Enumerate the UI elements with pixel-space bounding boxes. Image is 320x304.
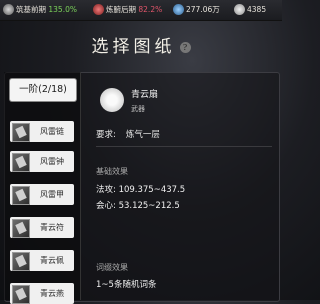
affix-effect-label: 词缀效果 bbox=[96, 263, 128, 272]
item-type: 武器 bbox=[131, 105, 145, 113]
blueprint-thumb-icon bbox=[12, 153, 30, 172]
help-icon[interactable]: ? bbox=[179, 42, 191, 53]
blueprint-item-fenglei-zhong[interactable]: 风雷钟 bbox=[10, 151, 74, 172]
alchemy-percent: 82.2% bbox=[138, 5, 163, 14]
blueprint-item-label: 青云燕 bbox=[40, 289, 64, 298]
stat-critical: 会心: 53.125~212.5 bbox=[96, 201, 180, 211]
blueprint-item-label: 青云佩 bbox=[40, 256, 64, 265]
alchemy-label: 炼腑后期 bbox=[106, 5, 136, 14]
realm-status: 筑基前期 135.0% bbox=[3, 0, 77, 20]
blueprint-thumb-icon bbox=[12, 285, 30, 304]
page-title-text: 选择图纸 bbox=[91, 37, 176, 57]
realm-label: 筑基前期 bbox=[16, 5, 46, 14]
fan-icon bbox=[100, 88, 124, 112]
alchemy-status: 炼腑后期 82.2% bbox=[93, 0, 162, 20]
blueprint-item-fenglei-jia[interactable]: 风雷甲 bbox=[10, 184, 74, 205]
stat-magic-attack: 法攻: 109.375~437.5 bbox=[96, 185, 186, 195]
realm-icon bbox=[3, 3, 14, 15]
base-effect-label: 基础效果 bbox=[96, 167, 128, 176]
top-status-bar: 筑基前期 135.0% 炼腑后期 82.2% 277.06万 4385 bbox=[0, 0, 282, 21]
divider bbox=[96, 146, 272, 147]
spirit-stone-icon bbox=[173, 3, 184, 15]
blueprint-thumb-icon bbox=[12, 186, 30, 205]
blueprint-item-label: 风雷链 bbox=[40, 127, 64, 136]
affix-effect-value: 1~5条随机词条 bbox=[96, 280, 157, 290]
blueprint-item-label: 青云符 bbox=[40, 223, 64, 232]
blueprint-thumb-icon bbox=[12, 219, 30, 238]
realm-percent: 135.0% bbox=[48, 5, 77, 14]
requirement-row: 要求: 炼气一层 bbox=[96, 128, 160, 140]
blueprint-item-qingyun-pei[interactable]: 青云佩 bbox=[10, 250, 74, 271]
blueprint-thumb-icon bbox=[12, 252, 30, 271]
blueprint-item-qingyun-yan[interactable]: 青云燕 bbox=[10, 283, 74, 304]
tab-tier-one[interactable]: 一阶(2/18) bbox=[10, 79, 76, 101]
blueprint-item-qingyun-fu[interactable]: 青云符 bbox=[10, 217, 74, 238]
blueprint-thumb-icon bbox=[12, 123, 30, 142]
spirit-stone-status: 277.06万 bbox=[173, 0, 220, 20]
blueprint-item-fenglei-lian[interactable]: 风雷链 bbox=[10, 121, 74, 142]
requirement-value: 炼气一层 bbox=[125, 130, 160, 140]
currency-value: 4385 bbox=[247, 5, 267, 14]
coin-icon bbox=[234, 3, 245, 15]
currency-status: 4385 bbox=[234, 0, 266, 20]
blueprint-item-label: 风雷甲 bbox=[40, 190, 64, 199]
requirement-label: 要求: bbox=[96, 130, 116, 140]
spirit-stone-value: 277.06万 bbox=[186, 5, 220, 14]
alchemy-icon bbox=[93, 3, 104, 15]
item-name: 青云扇 bbox=[131, 90, 159, 100]
page-title: 选择图纸? bbox=[0, 32, 282, 57]
blueprint-item-label: 风雷钟 bbox=[40, 157, 64, 166]
